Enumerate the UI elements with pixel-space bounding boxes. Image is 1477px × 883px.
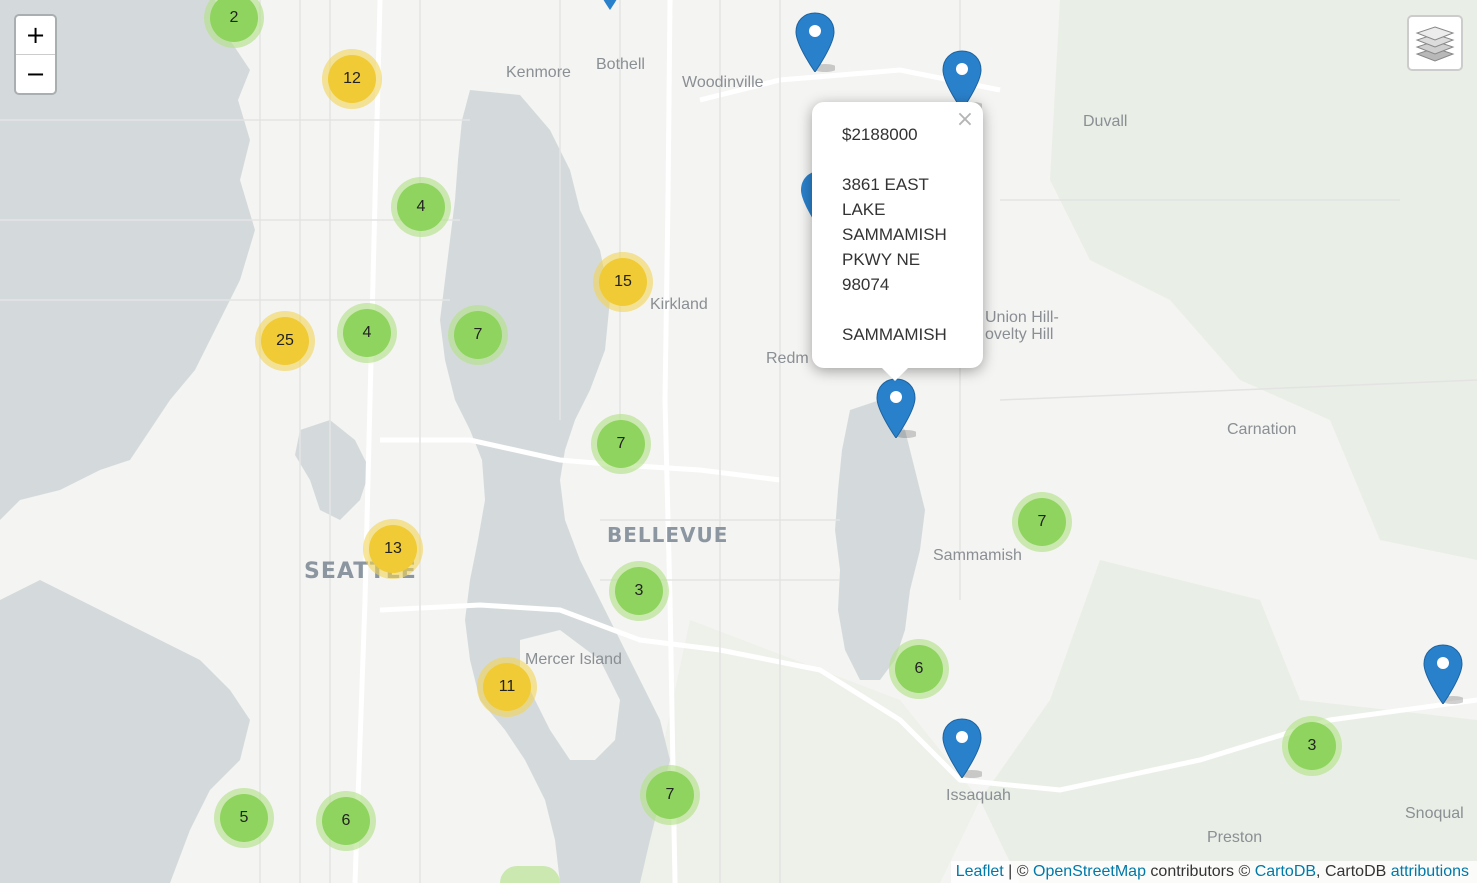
cluster-count: 4 — [397, 183, 445, 231]
cluster-count: 12 — [328, 55, 376, 103]
cluster-count: 25 — [261, 317, 309, 365]
zoom-in-button[interactable]: + — [16, 16, 55, 55]
attributions-link[interactable]: attributions — [1391, 863, 1469, 880]
popup-city: SAMMAMISH — [842, 325, 947, 344]
label-bellevue: BELLEVUE — [607, 523, 728, 547]
map-attribution: Leaflet | © OpenStreetMap contributors ©… — [950, 861, 1477, 883]
popup-address-line: PKWY NE — [842, 250, 921, 269]
leaflet-link[interactable]: Leaflet — [956, 863, 1004, 880]
attribution-text: contributors © — [1145, 863, 1255, 880]
label-union-hill: Union Hill- — [985, 309, 1059, 326]
cluster-marker[interactable]: 12 — [322, 49, 382, 109]
cluster-marker[interactable]: 6 — [889, 639, 949, 699]
cluster-count: 7 — [646, 771, 694, 819]
popup-address-line: LAKE — [842, 200, 886, 219]
label-kenmore: Kenmore — [506, 64, 571, 81]
layers-control-button[interactable] — [1407, 15, 1463, 71]
label-woodinville: Woodinville — [682, 74, 764, 91]
label-novelty-hill: ovelty Hill — [985, 326, 1053, 343]
cluster-marker[interactable]: 3 — [1282, 716, 1342, 776]
cluster-count: 7 — [454, 311, 502, 359]
label-sammamish: Sammamish — [933, 547, 1022, 564]
cluster-count: 3 — [1288, 722, 1336, 770]
layers-icon — [1415, 26, 1455, 62]
popup-content: $2188000 3861 EAST LAKE SAMMAMISH PKWY N… — [842, 122, 977, 347]
cluster-count: 7 — [1018, 498, 1066, 546]
label-preston: Preston — [1207, 829, 1262, 846]
cluster-marker[interactable]: 11 — [477, 657, 537, 717]
label-issaquah: Issaquah — [946, 787, 1011, 804]
cluster-marker[interactable]: 4 — [391, 177, 451, 237]
popup-address-line: SAMMAMISH — [842, 225, 947, 244]
cluster-count: 2 — [210, 0, 258, 42]
map-pin-icon[interactable] — [942, 50, 982, 110]
cluster-marker[interactable]: 7 — [1012, 492, 1072, 552]
map-pin-icon[interactable] — [942, 718, 982, 778]
cluster-marker[interactable]: 7 — [448, 305, 508, 365]
map-pin-icon[interactable] — [795, 12, 835, 72]
cluster-marker[interactable]: 4 — [337, 303, 397, 363]
cluster-marker[interactable] — [500, 866, 560, 883]
popup-tip — [880, 366, 910, 381]
cluster-count: 15 — [599, 258, 647, 306]
map-pin-icon[interactable] — [590, 0, 630, 10]
label-kirkland: Kirkland — [650, 296, 708, 313]
attribution-text: | © — [1003, 863, 1034, 880]
cluster-count: 11 — [483, 663, 531, 711]
map-canvas[interactable]: Kenmore Bothell Woodinville Duvall Kirkl… — [0, 0, 1477, 883]
cluster-count: 6 — [895, 645, 943, 693]
zoom-out-button[interactable]: − — [16, 55, 55, 93]
popup-address-line: 3861 EAST — [842, 175, 929, 194]
cluster-count: 4 — [343, 309, 391, 357]
cluster-count: 3 — [615, 567, 663, 615]
cartodb-link[interactable]: CartoDB — [1255, 863, 1316, 880]
label-carnation: Carnation — [1227, 421, 1296, 438]
cluster-marker[interactable]: 25 — [255, 311, 315, 371]
cluster-marker[interactable]: 13 — [363, 519, 423, 579]
label-mercer-island: Mercer Island — [525, 651, 622, 668]
cluster-count: 13 — [369, 525, 417, 573]
cluster-count: 7 — [597, 420, 645, 468]
cluster-marker[interactable]: 7 — [591, 414, 651, 474]
cluster-marker[interactable]: 7 — [640, 765, 700, 825]
cluster-marker[interactable]: 6 — [316, 791, 376, 851]
popup-address-line: 98074 — [842, 275, 890, 294]
attribution-text: , CartoDB — [1316, 863, 1391, 880]
cluster-count: 6 — [322, 797, 370, 845]
map-pin-icon[interactable] — [876, 378, 916, 438]
cluster-marker[interactable]: 5 — [214, 788, 274, 848]
map-pin-icon[interactable] — [1423, 644, 1463, 704]
label-bothell: Bothell — [596, 56, 645, 73]
cluster-marker[interactable]: 3 — [609, 561, 669, 621]
cluster-marker[interactable]: 15 — [593, 252, 653, 312]
label-snoqualmie: Snoqual — [1405, 805, 1464, 822]
zoom-control: + − — [14, 14, 57, 95]
cluster-count: 5 — [220, 794, 268, 842]
popup-price: $2188000 — [842, 125, 918, 144]
label-redmond: Redm — [766, 350, 809, 367]
openstreetmap-link[interactable]: OpenStreetMap — [1033, 863, 1146, 880]
label-duvall: Duvall — [1083, 113, 1127, 130]
